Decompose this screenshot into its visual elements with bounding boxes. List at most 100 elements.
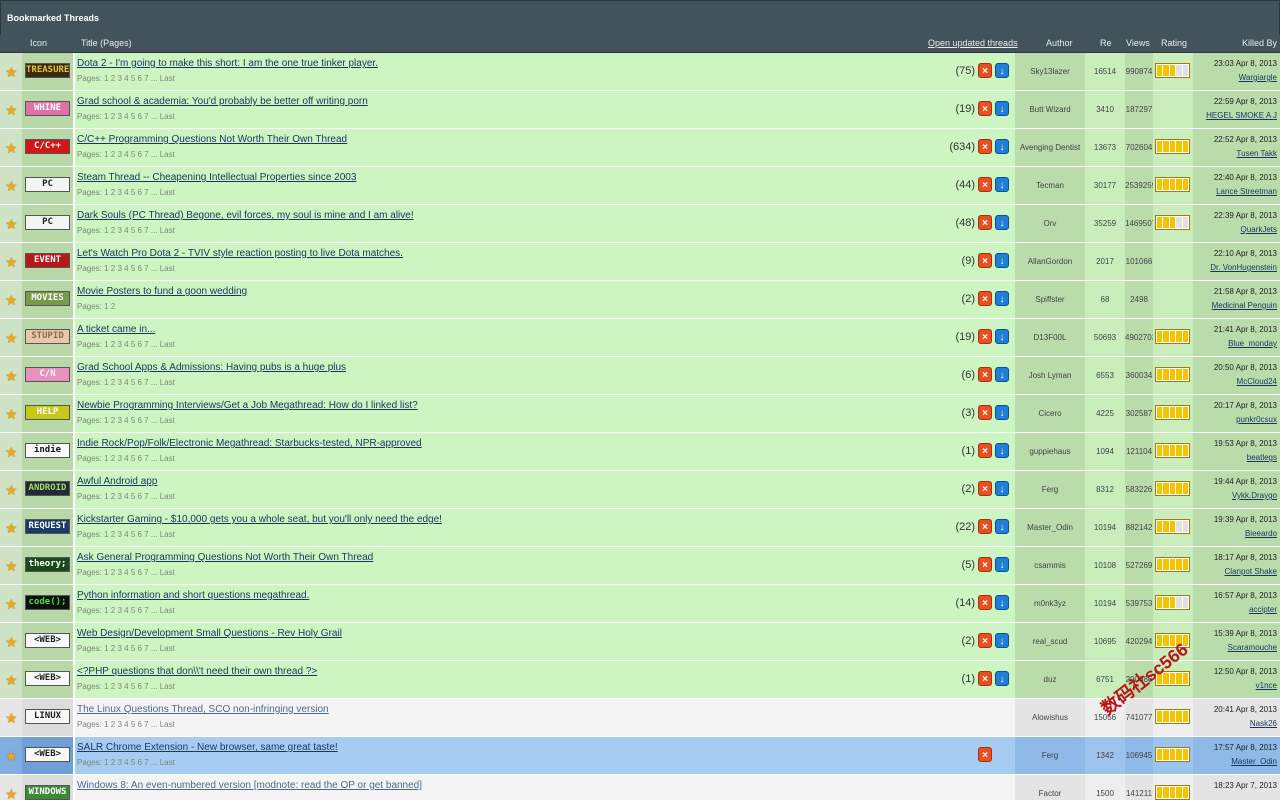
thread-row[interactable]: ★ C/N Grad School Apps & Admissions: Havin… bbox=[0, 357, 1280, 395]
thread-pages[interactable]: Pages: 1 2 3 4 5 6 7 ... Last bbox=[77, 378, 175, 387]
col-header-re[interactable]: Re bbox=[1100, 38, 1112, 48]
thread-pages[interactable]: Pages: 1 2 3 4 5 6 7 ... Last bbox=[77, 644, 175, 653]
unread-post-count[interactable]: (48) bbox=[955, 217, 975, 229]
last-poster-link[interactable]: Scaramouche bbox=[1228, 643, 1277, 652]
bookmark-star-icon[interactable]: ★ bbox=[5, 711, 18, 725]
thread-author[interactable]: Spiffster bbox=[1015, 281, 1085, 318]
bookmark-star-icon[interactable]: ★ bbox=[5, 521, 18, 535]
unbookmark-button[interactable]: × bbox=[978, 63, 992, 78]
unread-post-count[interactable]: (5) bbox=[962, 559, 975, 571]
thread-title-link[interactable]: Dark Souls (PC Thread) Begone, evil forc… bbox=[77, 210, 414, 221]
thread-row[interactable]: ★ C/C++ C/C++ Programming Questions Not Wo… bbox=[0, 129, 1280, 167]
thread-author[interactable]: AllanGordon bbox=[1015, 243, 1085, 280]
thread-title-link[interactable]: Grad School Apps & Admissions: Having pu… bbox=[77, 362, 346, 373]
thread-row[interactable]: ★ WINDOWS Windows 8: An even-numbered vers… bbox=[0, 775, 1280, 800]
thread-title-link[interactable]: Indie Rock/Pop/Folk/Electronic Megathrea… bbox=[77, 438, 422, 449]
bookmark-star-icon[interactable]: ★ bbox=[5, 787, 18, 800]
col-header-views[interactable]: Views bbox=[1126, 38, 1150, 48]
bookmark-star-icon[interactable]: ★ bbox=[5, 141, 18, 155]
unbookmark-button[interactable]: × bbox=[978, 481, 992, 496]
last-poster-link[interactable]: Lance Streetman bbox=[1216, 187, 1277, 196]
jump-to-new-button[interactable]: ↓ bbox=[995, 519, 1009, 534]
thread-author[interactable]: Tecman bbox=[1015, 167, 1085, 204]
thread-pages[interactable]: Pages: 1 2 3 4 5 6 7 ... Last bbox=[77, 682, 175, 691]
jump-to-new-button[interactable]: ↓ bbox=[995, 177, 1009, 192]
bookmark-star-icon[interactable]: ★ bbox=[5, 293, 18, 307]
thread-author[interactable]: Sky13lazer bbox=[1015, 53, 1085, 90]
last-poster-link[interactable]: v1nce bbox=[1256, 681, 1277, 690]
bookmark-star-icon[interactable]: ★ bbox=[5, 445, 18, 459]
bookmark-star-icon[interactable]: ★ bbox=[5, 673, 18, 687]
thread-title-link[interactable]: Ask General Programming Questions Not Wo… bbox=[77, 552, 373, 563]
thread-row[interactable]: ★ <WEB> Web Design/Development Small Quest… bbox=[0, 623, 1280, 661]
thread-title-link[interactable]: The Linux Questions Thread, SCO non-infr… bbox=[77, 704, 329, 715]
bookmark-star-icon[interactable]: ★ bbox=[5, 369, 18, 383]
thread-row[interactable]: ★ PC Steam Thread -- Cheapening Intellectu… bbox=[0, 167, 1280, 205]
last-poster-link[interactable]: Blue_monday bbox=[1228, 339, 1277, 348]
thread-row[interactable]: ★ ANDROID Awful Android app Pages: 1 2 3 4 … bbox=[0, 471, 1280, 509]
last-poster-link[interactable]: beatlegs bbox=[1247, 453, 1277, 462]
bookmark-star-icon[interactable]: ★ bbox=[5, 597, 18, 611]
thread-pages[interactable]: Pages: 1 2 3 4 5 6 7 ... Last bbox=[77, 188, 175, 197]
last-poster-link[interactable]: HEGEL SMOKE A J bbox=[1206, 111, 1277, 120]
col-header-author[interactable]: Author bbox=[1046, 38, 1073, 48]
thread-author[interactable]: m0nk3yz bbox=[1015, 585, 1085, 622]
thread-author[interactable]: Orv bbox=[1015, 205, 1085, 242]
unread-post-count[interactable]: (22) bbox=[955, 521, 975, 533]
thread-title-link[interactable]: Let's Watch Pro Dota 2 - TVIV style reac… bbox=[77, 248, 403, 259]
col-header-title[interactable]: Title (Pages) bbox=[81, 38, 132, 48]
thread-author[interactable]: D13F00L bbox=[1015, 319, 1085, 356]
thread-row[interactable]: ★ theory; Ask General Programming Question… bbox=[0, 547, 1280, 585]
thread-title-link[interactable]: Grad school & academia: You'd probably b… bbox=[77, 96, 368, 107]
bookmark-star-icon[interactable]: ★ bbox=[5, 179, 18, 193]
thread-row[interactable]: ★ code(); Python information and short que… bbox=[0, 585, 1280, 623]
thread-author[interactable]: Ferg bbox=[1015, 471, 1085, 508]
last-poster-link[interactable]: Wargiargle bbox=[1239, 73, 1277, 82]
unbookmark-button[interactable]: × bbox=[978, 557, 992, 572]
unread-post-count[interactable]: (2) bbox=[962, 293, 975, 305]
jump-to-new-button[interactable]: ↓ bbox=[995, 443, 1009, 458]
bookmark-star-icon[interactable]: ★ bbox=[5, 217, 18, 231]
thread-row[interactable]: ★ TREASURE Dota 2 - I'm going to make this… bbox=[0, 53, 1280, 91]
thread-row[interactable]: ★ HELP Newbie Programming Interviews/Get a… bbox=[0, 395, 1280, 433]
thread-title-link[interactable]: Movie Posters to fund a goon wedding bbox=[77, 286, 247, 297]
thread-pages[interactable]: Pages: 1 2 3 4 5 6 7 ... Last bbox=[77, 74, 175, 83]
jump-to-new-button[interactable]: ↓ bbox=[995, 557, 1009, 572]
thread-pages[interactable]: Pages: 1 2 3 4 5 6 7 ... Last bbox=[77, 606, 175, 615]
thread-title-link[interactable]: C/C++ Programming Questions Not Worth Th… bbox=[77, 134, 347, 145]
thread-author[interactable]: Josh Lyman bbox=[1015, 357, 1085, 394]
thread-author[interactable]: Factor bbox=[1015, 775, 1085, 800]
last-poster-link[interactable]: Bieeardo bbox=[1245, 529, 1277, 538]
col-header-killed-by[interactable]: Killed By bbox=[1242, 38, 1277, 48]
bookmark-star-icon[interactable]: ★ bbox=[5, 635, 18, 649]
bookmark-star-icon[interactable]: ★ bbox=[5, 559, 18, 573]
last-poster-link[interactable]: QuarkJets bbox=[1241, 225, 1277, 234]
thread-row[interactable]: ★ PC Dark Souls (PC Thread) Begone, evil f… bbox=[0, 205, 1280, 243]
jump-to-new-button[interactable]: ↓ bbox=[995, 101, 1009, 116]
unbookmark-button[interactable]: × bbox=[978, 443, 992, 458]
jump-to-new-button[interactable]: ↓ bbox=[995, 215, 1009, 230]
thread-pages[interactable]: Pages: 1 2 3 4 5 6 7 ... Last bbox=[77, 150, 175, 159]
thread-row[interactable]: ★ <WEB> SALR Chrome Extension - New browse… bbox=[0, 737, 1280, 775]
thread-author[interactable]: duz bbox=[1015, 661, 1085, 698]
bookmark-star-icon[interactable]: ★ bbox=[5, 483, 18, 497]
thread-pages[interactable]: Pages: 1 2 3 4 5 6 7 ... Last bbox=[77, 264, 175, 273]
thread-row[interactable]: ★ STUPID A ticket came in... Pages: 1 2 3 4… bbox=[0, 319, 1280, 357]
thread-title-link[interactable]: SALR Chrome Extension - New browser, sam… bbox=[77, 742, 338, 753]
jump-to-new-button[interactable]: ↓ bbox=[995, 405, 1009, 420]
last-poster-link[interactable]: accipter bbox=[1249, 605, 1277, 614]
unbookmark-button[interactable]: × bbox=[978, 329, 992, 344]
thread-row[interactable]: ★ indie Indie Rock/Pop/Folk/Electronic Meg… bbox=[0, 433, 1280, 471]
unread-post-count[interactable]: (2) bbox=[962, 483, 975, 495]
bookmark-star-icon[interactable]: ★ bbox=[5, 749, 18, 763]
thread-title-link[interactable]: A ticket came in... bbox=[77, 324, 155, 335]
unbookmark-button[interactable]: × bbox=[978, 633, 992, 648]
unread-post-count[interactable]: (44) bbox=[955, 179, 975, 191]
last-poster-link[interactable]: Master_Odin bbox=[1231, 757, 1277, 766]
unread-post-count[interactable]: (19) bbox=[955, 331, 975, 343]
unbookmark-button[interactable]: × bbox=[978, 177, 992, 192]
open-updated-threads-link[interactable]: Open updated threads bbox=[928, 38, 1018, 48]
unbookmark-button[interactable]: × bbox=[978, 747, 992, 762]
thread-author[interactable]: Alowishus bbox=[1015, 699, 1085, 736]
thread-pages[interactable]: Pages: 1 2 3 4 5 6 7 ... Last bbox=[77, 340, 175, 349]
